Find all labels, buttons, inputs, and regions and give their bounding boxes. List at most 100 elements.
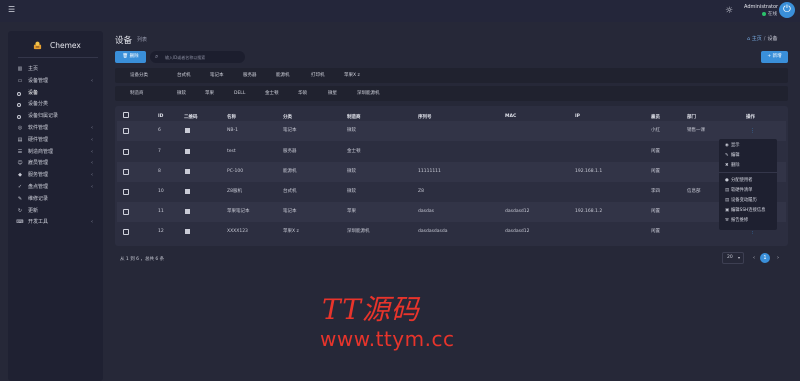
- category-option[interactable]: 能源机: [276, 68, 290, 83]
- power-icon[interactable]: ⏻: [779, 2, 795, 18]
- menu-item-7[interactable]: ⚒ 报告维修: [725, 217, 748, 223]
- menu-item-5[interactable]: ▤ 设备变动履历: [725, 197, 757, 203]
- sidebar-item-3[interactable]: 设备分类: [8, 99, 103, 111]
- sidebar-item-9[interactable]: ◆ 服务管理 ‹: [8, 170, 103, 182]
- row-checkbox[interactable]: [123, 169, 129, 175]
- menu-item-6[interactable]: ▣ 编辑SSH连接信息: [725, 207, 765, 213]
- sidebar-item-13[interactable]: ⌨ 开发工具 ‹: [8, 217, 103, 229]
- table-row[interactable]: 10Z8服机台式机微软Z8李四信息部⋮: [117, 182, 786, 202]
- sidebar-item-5[interactable]: ◎ 软件管理 ‹: [8, 123, 103, 135]
- category-option[interactable]: 苹果X z: [344, 68, 360, 83]
- maker-option[interactable]: 深圳能源机: [357, 86, 380, 101]
- brand[interactable]: Chemex: [8, 31, 103, 58]
- disk-icon: ◎: [17, 124, 23, 131]
- qrcode-icon[interactable]: [185, 169, 190, 174]
- page-size-select[interactable]: 20 ▾: [722, 252, 744, 264]
- menu-item-0[interactable]: ◉ 显示: [725, 142, 740, 148]
- watermark-title: TT源码: [322, 293, 420, 326]
- category-option[interactable]: 服务器: [243, 68, 257, 83]
- sun-icon[interactable]: ☼: [725, 6, 733, 16]
- sidebar-item-1[interactable]: ▭ 设备管理 ‹: [8, 76, 103, 88]
- sidebar-item-12[interactable]: ↻ 更新: [8, 206, 103, 218]
- search-input[interactable]: ⌕ 输入ID或者名称以搜索: [150, 51, 245, 63]
- chart-icon: ▥: [17, 66, 23, 72]
- sidebar-item-2[interactable]: 设备: [8, 88, 103, 100]
- menu-item-4[interactable]: ▤ 软硬件清单: [725, 187, 752, 193]
- hamburger-icon[interactable]: ☰: [8, 5, 15, 14]
- cell-maker: 金士顿: [347, 149, 361, 154]
- sidebar-item-label: 硬件管理: [28, 136, 49, 143]
- cell-category: 苹果X z: [283, 229, 299, 234]
- prev-page-button[interactable]: ‹: [749, 253, 759, 263]
- cell-category: 服务器: [283, 149, 297, 154]
- breadcrumb-current: 设备: [767, 36, 778, 42]
- qrcode-icon[interactable]: [185, 209, 190, 214]
- refresh-icon: ↻: [17, 207, 23, 214]
- maker-option[interactable]: DELL: [234, 86, 245, 101]
- qrcode-icon[interactable]: [185, 149, 190, 154]
- column-header[interactable]: 分类: [283, 114, 292, 120]
- column-header[interactable]: 二维码: [184, 114, 198, 120]
- category-option[interactable]: 笔记本: [210, 68, 224, 83]
- sidebar-item-11[interactable]: ✎ 维修记录: [8, 194, 103, 206]
- maker-option[interactable]: 华硕: [298, 86, 307, 101]
- column-header[interactable]: 雇员: [651, 114, 660, 120]
- maker-option[interactable]: 微软: [177, 86, 186, 101]
- cell-staff: 闲置: [651, 149, 660, 154]
- user-name[interactable]: Administrator: [744, 4, 778, 10]
- menu-item-2[interactable]: ✖ 删除: [725, 162, 740, 168]
- cell-name: Z8服机: [227, 189, 242, 194]
- sidebar-item-6[interactable]: ▤ 硬件管理 ‹: [8, 135, 103, 147]
- row-checkbox[interactable]: [123, 189, 129, 195]
- sidebar-item-label: 开发工具: [28, 219, 49, 226]
- column-header[interactable]: 制造商: [347, 114, 361, 120]
- sidebar-item-label: 设备管理: [28, 77, 49, 84]
- maker-filter-row: 制造商 微软 苹果 DELL 金士顿 华硕 微星 深圳能源机: [115, 86, 788, 101]
- table-row[interactable]: 8PC-100能源机微软11111111192.168.1.1闲置⋮: [117, 162, 786, 182]
- breadcrumb-home[interactable]: 主页: [752, 36, 762, 42]
- new-button[interactable]: + 新增: [761, 51, 788, 63]
- qrcode-icon[interactable]: [185, 229, 190, 234]
- category-option[interactable]: 打印机: [311, 68, 325, 83]
- sidebar-item-4[interactable]: 设备归属记录: [8, 111, 103, 123]
- row-checkbox[interactable]: [123, 229, 129, 235]
- page-1-button[interactable]: 1: [760, 253, 770, 263]
- sidebar-item-8[interactable]: ☺ 雇员管理 ‹: [8, 158, 103, 170]
- table-row[interactable]: 11 苹果笔记本 笔记本 苹果 dasdas dasdasd12 192.168.1.2 闲置…: [117, 202, 786, 222]
- delete-button[interactable]: 🗑 删除: [115, 51, 146, 63]
- row-checkbox[interactable]: [123, 209, 129, 215]
- column-header[interactable]: 操作: [746, 114, 755, 120]
- column-header[interactable]: 部门: [687, 114, 696, 120]
- table-row[interactable]: 7test服务器金士顿闲置⋮: [117, 142, 786, 162]
- maker-option[interactable]: 苹果: [205, 86, 214, 101]
- row-checkbox[interactable]: [123, 149, 129, 155]
- maker-option[interactable]: 微星: [328, 86, 337, 101]
- table-row[interactable]: 6 NB-1 笔记本 微软 小红 销售一课 ⋮: [117, 121, 786, 141]
- menu-item-3[interactable]: ● 分配使用者: [725, 177, 752, 183]
- column-header[interactable]: 名称: [227, 114, 236, 120]
- sidebar-item-label: 设备分类: [28, 101, 49, 108]
- qrcode-icon[interactable]: [185, 128, 190, 133]
- breadcrumb-separator: /: [763, 36, 766, 42]
- column-header[interactable]: ID: [158, 114, 163, 119]
- row-actions-icon[interactable]: ⋮: [750, 121, 755, 141]
- select-all-checkbox[interactable]: [123, 112, 129, 118]
- column-header[interactable]: 序列号: [418, 114, 432, 120]
- table-row[interactable]: 12 XXXX123 苹果X z 深圳能源机 dasdasdasda dasdasd12 闲…: [117, 222, 786, 242]
- sidebar-item-7[interactable]: ☰ 制造商管理 ‹: [8, 147, 103, 159]
- column-header[interactable]: IP: [575, 114, 580, 119]
- qrcode-icon[interactable]: [185, 189, 190, 194]
- menu-item-label: 分配使用者: [731, 178, 753, 183]
- row-checkbox[interactable]: [123, 128, 129, 134]
- maker-option[interactable]: 金士顿: [265, 86, 279, 101]
- column-header[interactable]: MAC: [505, 114, 516, 119]
- chevron-down-icon: ▾: [737, 255, 740, 260]
- sidebar-item-0[interactable]: ▥ 主页: [8, 64, 103, 76]
- category-option[interactable]: 台式机: [177, 68, 191, 83]
- cell-id: 6: [158, 128, 161, 133]
- sidebar-item-label: 主页: [28, 66, 39, 72]
- menu-item-1[interactable]: ✎ 编辑: [725, 152, 740, 158]
- next-page-button[interactable]: ›: [773, 253, 783, 263]
- sidebar-item-label: 软件管理: [28, 124, 49, 131]
- sidebar-item-10[interactable]: ✓ 盘点管理 ‹: [8, 182, 103, 194]
